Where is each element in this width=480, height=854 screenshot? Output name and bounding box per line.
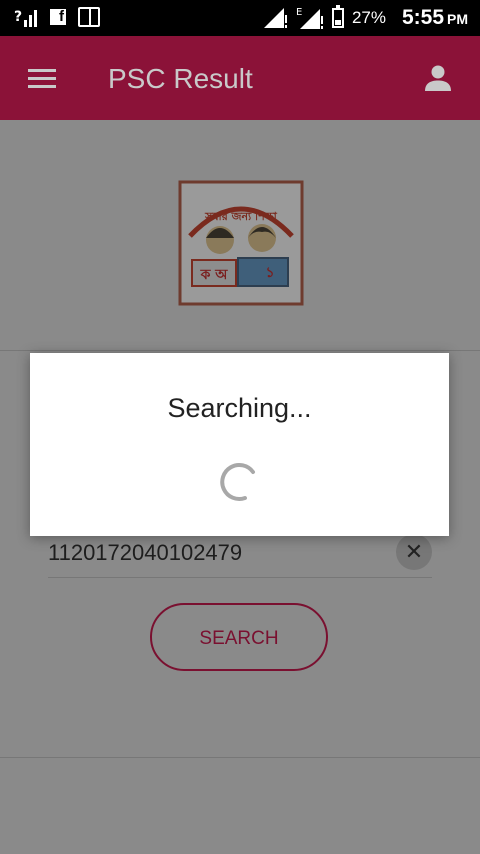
facebook-icon: f: [50, 8, 66, 25]
svg-text:১: ১: [265, 265, 274, 281]
search-button[interactable]: SEARCH: [150, 603, 328, 671]
app-notification-icon: [78, 7, 100, 27]
education-logo: সবার জন্য শিক্ষা ক অ ১: [178, 180, 304, 306]
dialog-title: Searching...: [167, 393, 312, 423]
loading-dialog: Searching...: [30, 353, 449, 536]
clear-icon[interactable]: ✕: [396, 534, 432, 570]
clock-ampm: PM: [447, 11, 468, 27]
status-bar: ? f E 27% 5:55 PM: [0, 0, 480, 36]
input-underline: [48, 577, 432, 578]
battery-percent: 27%: [351, 8, 386, 27]
app-bar: PSC Result: [0, 36, 480, 120]
svg-text:সবার জন্য শিক্ষা: সবার জন্য শিক্ষা: [204, 209, 277, 223]
loading-spinner-icon: [220, 463, 255, 501]
account-icon[interactable]: [424, 64, 452, 92]
svg-text:E: E: [296, 7, 302, 18]
wifi-signal-icon: [263, 8, 287, 28]
battery-icon: [331, 5, 344, 28]
clock-time: 5:55: [401, 6, 444, 29]
signal-unknown-icon: ?: [14, 9, 37, 27]
svg-text:ক অ: ক অ: [200, 267, 229, 283]
page-title: PSC Result: [108, 63, 253, 94]
svg-text:?: ?: [14, 9, 22, 25]
clock: 5:55 PM: [402, 6, 468, 30]
divider: [0, 350, 480, 351]
cell-signal-icon: E: [296, 7, 323, 29]
divider: [0, 757, 480, 758]
menu-icon[interactable]: [28, 69, 56, 89]
roll-number-input[interactable]: 1120172040102479: [48, 540, 242, 566]
